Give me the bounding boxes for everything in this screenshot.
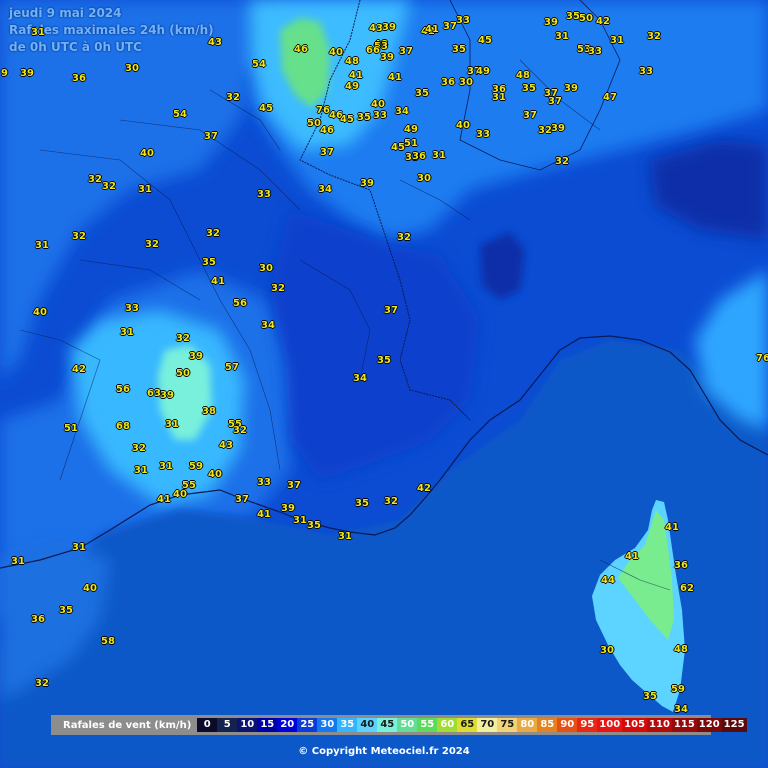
legend-swatch: 75 [497,718,518,732]
title-variable: Rafales maximales 24h (km/h) [9,23,214,37]
legend-swatch: 50 [397,718,418,732]
legend-swatch: 45 [377,718,398,732]
legend-swatch: 90 [557,718,578,732]
legend-swatch: 105 [622,718,648,732]
legend-swatch: 125 [721,718,747,732]
legend-swatch: 65 [457,718,478,732]
legend-swatch: 55 [417,718,438,732]
legend-swatch: 60 [437,718,458,732]
legend-swatch: 70 [477,718,498,732]
legend-swatch: 40 [357,718,378,732]
legend-swatch: 30 [317,718,338,732]
legend-title: Rafales de vent (km/h) [63,719,192,731]
legend-swatch: 115 [671,718,697,732]
legend-swatch: 120 [696,718,722,732]
legend-swatch: 80 [517,718,538,732]
map-title: jeudi 9 mai 2024 Rafales maximales 24h (… [9,5,214,56]
legend-swatch: 15 [257,718,278,732]
title-period: de 0h UTC à 0h UTC [9,40,142,54]
title-date: jeudi 9 mai 2024 [9,6,122,20]
color-legend: Rafales de vent (km/h) 0 5 10 15 20 25 30 35 40 4… [51,715,747,735]
legend-swatch: 85 [537,718,558,732]
map-canvas [0,0,768,768]
legend-swatch: 25 [297,718,318,732]
legend-swatches: 0 5 10 15 20 25 30 35 40 45 50 55 60 65 70 75 80 85 90 95 10… [197,718,747,732]
legend-swatch: 0 [197,718,218,732]
legend-swatch: 5 [217,718,238,732]
legend-swatch: 35 [337,718,358,732]
legend-swatch: 95 [577,718,598,732]
legend-swatch: 10 [237,718,258,732]
legend-swatch: 20 [277,718,298,732]
copyright-text: © Copyright Meteociel.fr 2024 [298,746,470,757]
legend-swatch: 100 [597,718,623,732]
wind-gust-map: jeudi 9 mai 2024 Rafales maximales 24h (… [0,0,768,768]
legend-swatch: 110 [647,718,672,732]
